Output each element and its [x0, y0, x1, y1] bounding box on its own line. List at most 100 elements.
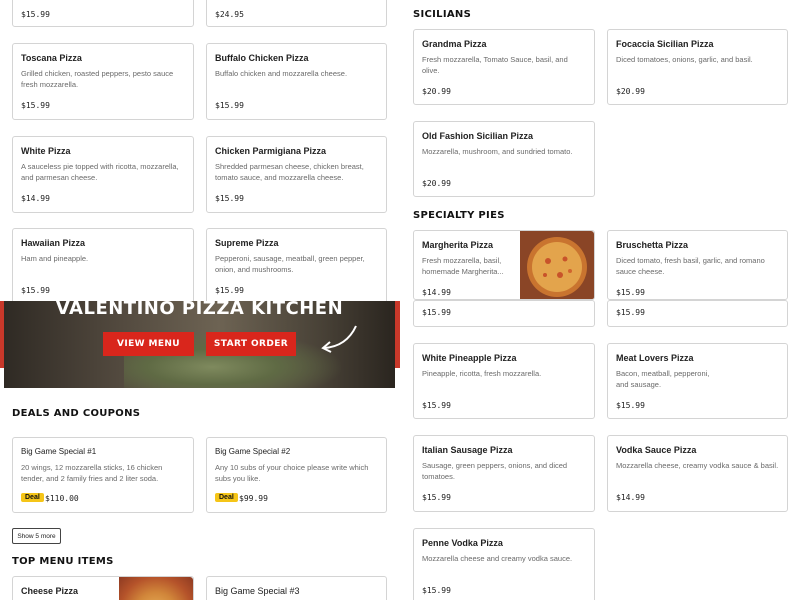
- item-description: Fresh mozzarella, Tomato Sauce, basil, a…: [422, 55, 568, 75]
- menu-item-card[interactable]: $24.95: [206, 0, 387, 27]
- item-name: Italian Sausage Pizza: [422, 445, 513, 455]
- item-price: $15.99: [422, 586, 451, 595]
- deal-price: $99.99: [239, 494, 268, 503]
- show-more-button[interactable]: Show 5 more: [12, 528, 61, 544]
- item-name: Focaccia Sicilian Pizza: [616, 39, 714, 49]
- start-order-button[interactable]: START ORDER: [206, 332, 296, 356]
- item-price: $14.99: [616, 493, 645, 502]
- arrow-icon: [321, 325, 357, 353]
- item-description: A sauceless pie topped with ricotta, moz…: [21, 162, 179, 182]
- deal-badge: Deal: [21, 493, 44, 502]
- item-price: $15.99: [422, 401, 451, 410]
- item-price: $15.99: [422, 493, 451, 502]
- item-name: White Pineapple Pizza: [422, 353, 517, 363]
- specialty-section-title: SPECIALTY PIES: [413, 210, 505, 221]
- menu-item-card[interactable]: Chicken Parmigiana Pizza Shredded parmes…: [206, 136, 387, 213]
- view-menu-button[interactable]: VIEW MENU: [103, 332, 194, 356]
- item-description: Buffalo chicken and mozzarella cheese.: [215, 69, 348, 78]
- item-name: Toscana Pizza: [21, 53, 82, 63]
- item-description: Pepperoni, sausage, meatball, green pepp…: [215, 254, 365, 274]
- item-name: Big Game Special #3: [215, 586, 300, 596]
- menu-item-card[interactable]: Big Game Special #3: [206, 576, 387, 600]
- item-price: $15.99: [616, 288, 645, 297]
- item-price: $20.99: [616, 87, 645, 96]
- item-price: $15.99: [215, 101, 244, 110]
- item-price: $15.99: [422, 308, 451, 317]
- item-name: White Pizza: [21, 146, 71, 156]
- menu-item-card[interactable]: Bruschetta Pizza Diced tomato, fresh bas…: [607, 230, 788, 300]
- menu-item-card[interactable]: $15.99: [413, 300, 595, 327]
- top-menu-section-title: TOP MENU ITEMS: [12, 556, 114, 567]
- pizza-icon: [527, 237, 587, 297]
- item-price: $20.99: [422, 87, 451, 96]
- item-price: $15.99: [21, 10, 50, 19]
- margherita-pizza-thumbnail: [520, 231, 594, 299]
- menu-item-card[interactable]: Toscana Pizza Grilled chicken, roasted p…: [12, 43, 194, 120]
- deals-section-title: DEALS AND COUPONS: [12, 408, 141, 419]
- deal-description: Any 10 subs of your choice please write …: [215, 463, 369, 483]
- menu-item-card[interactable]: Focaccia Sicilian Pizza Diced tomatoes, …: [607, 29, 788, 105]
- item-name: Buffalo Chicken Pizza: [215, 53, 309, 63]
- item-price: $20.99: [422, 179, 451, 188]
- deal-name: Big Game Special #2: [215, 447, 291, 456]
- item-description: Diced tomatoes, onions, garlic, and basi…: [616, 55, 753, 64]
- item-price: $24.95: [215, 10, 244, 19]
- menu-item-card[interactable]: White Pizza A sauceless pie topped with …: [12, 136, 194, 213]
- item-price: $15.99: [215, 286, 244, 295]
- menu-item-card[interactable]: $15.99: [607, 300, 788, 327]
- item-name: Meat Lovers Pizza: [616, 353, 694, 363]
- deal-badge: Deal: [215, 493, 238, 502]
- menu-item-card[interactable]: $15.99: [12, 0, 194, 27]
- sicilians-section-title: SICILIANS: [413, 9, 472, 20]
- item-name: Margherita Pizza: [422, 240, 494, 250]
- menu-item-card[interactable]: Grandma Pizza Fresh mozzarella, Tomato S…: [413, 29, 595, 105]
- deal-name: Big Game Special #1: [21, 447, 97, 456]
- item-description: Diced tomato, fresh basil, garlic, and r…: [616, 256, 765, 276]
- menu-item-card[interactable]: Vodka Sauce Pizza Mozzarella cheese, cre…: [607, 435, 788, 512]
- item-price: $15.99: [21, 286, 50, 295]
- menu-item-card[interactable]: Italian Sausage Pizza Sausage, green pep…: [413, 435, 595, 512]
- item-name: Penne Vodka Pizza: [422, 538, 503, 548]
- menu-item-card[interactable]: Old Fashion Sicilian Pizza Mozzarella, m…: [413, 121, 595, 197]
- item-price: $14.99: [422, 288, 451, 297]
- hero-accent-stripe: [395, 301, 400, 368]
- item-description: Mozzarella cheese, creamy vodka sauce & …: [616, 461, 779, 470]
- item-description: Grilled chicken, roasted peppers, pesto …: [21, 69, 174, 89]
- item-description: Bacon, meatball, pepperoni, and sausage.: [616, 369, 710, 389]
- item-description: Mozzarella cheese and creamy vodka sauce…: [422, 554, 573, 563]
- item-price: $15.99: [215, 194, 244, 203]
- item-name: Old Fashion Sicilian Pizza: [422, 131, 534, 141]
- item-name: Supreme Pizza: [215, 238, 279, 248]
- item-name: Cheese Pizza: [21, 586, 79, 596]
- menu-item-card[interactable]: Meat Lovers Pizza Bacon, meatball, peppe…: [607, 343, 788, 419]
- item-price: $15.99: [616, 308, 645, 317]
- item-name: Vodka Sauce Pizza: [616, 445, 697, 455]
- item-description: Shredded parmesan cheese, chicken breast…: [215, 162, 364, 182]
- cheese-pizza-thumbnail: [119, 577, 193, 600]
- item-description: Ham and pineapple.: [21, 254, 89, 263]
- item-price: $15.99: [21, 101, 50, 110]
- menu-item-card[interactable]: Penne Vodka Pizza Mozzarella cheese and …: [413, 528, 595, 600]
- item-description: Fresh mozzarella, basil, homemade Marghe…: [422, 256, 504, 276]
- menu-item-card[interactable]: Buffalo Chicken Pizza Buffalo chicken an…: [206, 43, 387, 120]
- menu-item-card[interactable]: Hawaiian Pizza Ham and pineapple. $15.99: [12, 228, 194, 305]
- item-description: Mozzarella, mushroom, and sundried tomat…: [422, 147, 573, 156]
- menu-item-card[interactable]: Supreme Pizza Pepperoni, sausage, meatba…: [206, 228, 387, 305]
- deal-price: $110.00: [45, 494, 79, 503]
- item-price: $15.99: [616, 401, 645, 410]
- menu-item-card[interactable]: Margherita Pizza Fresh mozzarella, basil…: [413, 230, 595, 300]
- item-name: Grandma Pizza: [422, 39, 487, 49]
- deal-description: 20 wings, 12 mozzarella sticks, 16 chick…: [21, 463, 163, 483]
- item-description: Pineapple, ricotta, fresh mozzarella.: [422, 369, 542, 378]
- item-name: Hawaiian Pizza: [21, 238, 86, 248]
- hero-banner: VALENTINO PIZZA KITCHEN VIEW MENU START …: [4, 301, 395, 388]
- deal-card[interactable]: Big Game Special #2 Any 10 subs of your …: [206, 437, 387, 513]
- item-name: Bruschetta Pizza: [616, 240, 689, 250]
- deal-card[interactable]: Big Game Special #1 20 wings, 12 mozzare…: [12, 437, 194, 513]
- menu-item-card[interactable]: White Pineapple Pizza Pineapple, ricotta…: [413, 343, 595, 419]
- item-price: $14.99: [21, 194, 50, 203]
- item-description: Sausage, green peppers, onions, and dice…: [422, 461, 568, 481]
- item-name: Chicken Parmigiana Pizza: [215, 146, 327, 156]
- menu-item-card[interactable]: Cheese Pizza: [12, 576, 194, 600]
- hero-title: VALENTINO PIZZA KITCHEN: [55, 301, 344, 319]
